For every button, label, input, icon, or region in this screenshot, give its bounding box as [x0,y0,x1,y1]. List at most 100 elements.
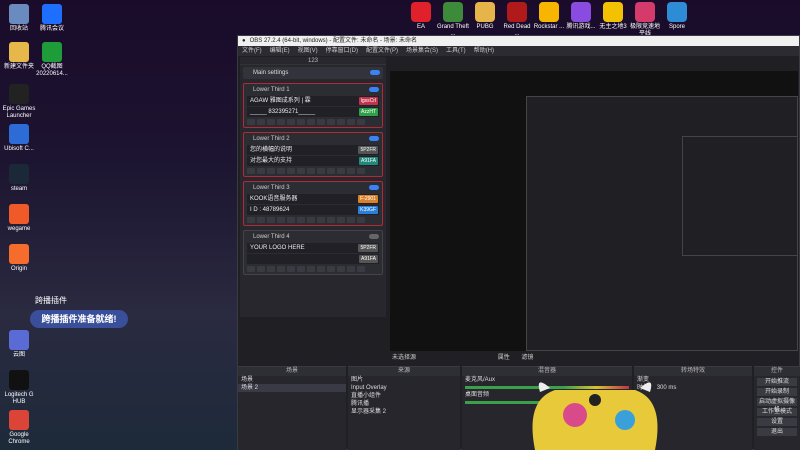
source-item[interactable]: 图片 [348,376,460,384]
desktop-icon[interactable]: wegame [2,204,36,233]
control-button[interactable]: 启动虚拟摄像机 [757,398,797,413]
slot-button[interactable] [287,266,295,272]
slot-button[interactable] [297,217,305,223]
slot-button[interactable] [257,168,265,174]
main-settings-toggle[interactable] [370,70,380,75]
slot-button[interactable] [357,168,365,174]
control-button[interactable]: 工作室模式 [757,408,797,416]
desktop-icon[interactable]: PUBG [469,2,501,31]
lower-third-line1[interactable]: KOOK语音服务器 F-2901 [247,194,379,204]
main-settings-row[interactable]: Main settings [243,67,383,79]
lower-third-line1[interactable]: AGAW 雅图成系列 | 霖 lgssCrl [247,96,379,106]
slot-button[interactable] [287,119,295,125]
slot-button[interactable] [347,217,355,223]
source-item[interactable]: 显示器采集 2 [348,408,460,416]
slot-button[interactable] [337,266,345,272]
hotkey-tag[interactable]: K39GF [358,206,378,214]
source-item[interactable]: 腾讯播 [348,400,460,408]
lower-third-line2[interactable]: I D : 48789624 K39GF [247,205,379,215]
desktop-icon[interactable]: 云图 [2,330,36,359]
menu-item[interactable]: 配置文件(P) [366,46,398,56]
slot-button[interactable] [277,168,285,174]
lower-third-line2[interactable]: A91FA [247,254,379,264]
slot-button[interactable] [337,168,345,174]
menu-item[interactable]: 文件(F) [242,46,262,56]
control-button[interactable]: 开始推流 [757,378,797,386]
desktop-icon[interactable]: 无主之地3 [597,2,629,31]
slot-button[interactable] [317,266,325,272]
control-button[interactable]: 设置 [757,418,797,426]
source-item[interactable]: Input Overlay [348,384,460,392]
slot-button[interactable] [247,168,255,174]
control-button[interactable]: 退出 [757,428,797,436]
hotkey-tag[interactable]: lgssCrl [358,97,378,105]
source-item[interactable]: 直播小组件 [348,392,460,400]
slot-button[interactable] [307,217,315,223]
desktop-icon[interactable]: Logitech G HUB [2,370,36,406]
slot-button[interactable] [327,119,335,125]
slot-button[interactable] [267,168,275,174]
slot-button[interactable] [357,266,365,272]
slot-button[interactable] [347,168,355,174]
hotkey-tag[interactable]: AzzHT [359,108,378,116]
slot-button[interactable] [247,217,255,223]
slot-button[interactable] [277,266,285,272]
filters-button[interactable]: 滤镜 [521,355,533,361]
slot-button[interactable] [337,217,345,223]
slot-button[interactable] [337,119,345,125]
control-button[interactable]: 开始录制 [757,388,797,396]
slot-button[interactable] [297,266,305,272]
slot-button[interactable] [257,266,265,272]
desktop-icon[interactable]: Grand Theft ... [437,2,469,38]
slot-button[interactable] [317,119,325,125]
desktop-icon[interactable]: Epic Games Launcher [2,84,36,120]
lower-third-toggle[interactable] [369,136,379,141]
scene-item[interactable]: 场景 2 [238,384,346,392]
slot-button[interactable] [287,168,295,174]
slot-button[interactable] [357,217,365,223]
slot-button[interactable] [317,217,325,223]
hotkey-tag[interactable]: 5P2FR [358,244,378,252]
slot-button[interactable] [247,266,255,272]
slot-button[interactable] [297,119,305,125]
desktop-icon[interactable]: steam [2,164,36,193]
slot-button[interactable] [277,217,285,223]
desktop-icon[interactable]: 腾讯游戏... [565,2,597,31]
lower-third-line1[interactable]: 您的横幅的说明 5P2FR [247,145,379,155]
lower-third-line2[interactable]: 对您最大的支持 A91FA [247,156,379,166]
lower-third-line2[interactable]: _____ 832395271_____ AzzHT [247,107,379,117]
slot-button[interactable] [307,168,315,174]
hotkey-tag[interactable]: A91FA [358,157,378,165]
slot-button[interactable] [327,266,335,272]
slot-button[interactable] [347,266,355,272]
slot-button[interactable] [247,119,255,125]
menu-item[interactable]: 停靠窗口(D) [326,46,358,56]
slot-button[interactable] [307,119,315,125]
hotkey-tag[interactable]: A91FA [358,255,378,263]
desktop-icon[interactable]: Rockstar ... [533,2,565,31]
scene-item[interactable]: 场景 [238,376,346,384]
desktop-icon[interactable]: 新建文件夹 [2,42,36,71]
lower-third-toggle[interactable] [369,185,379,190]
slot-button[interactable] [257,119,265,125]
menu-item[interactable]: 帮助(H) [474,46,494,56]
desktop-icon[interactable]: EA [405,2,437,31]
slot-button[interactable] [267,217,275,223]
slot-button[interactable] [347,119,355,125]
desktop-icon[interactable]: QQ截图20220614... [35,42,69,78]
slot-button[interactable] [277,119,285,125]
slot-button[interactable] [267,119,275,125]
lower-third-toggle[interactable] [369,234,379,239]
slot-button[interactable] [307,266,315,272]
hotkey-tag[interactable]: 5P2FR [358,146,378,154]
menu-item[interactable]: 工具(T) [446,46,466,56]
slot-button[interactable] [317,168,325,174]
desktop-icon[interactable]: 极限竞速地平线 [629,2,661,38]
slot-button[interactable] [257,217,265,223]
menu-item[interactable]: 视图(V) [298,46,318,56]
slot-button[interactable] [267,266,275,272]
desktop-icon[interactable]: Origin [2,244,36,273]
desktop-icon[interactable]: Spore [661,2,693,31]
menu-item[interactable]: 场景集合(S) [406,46,438,56]
lower-third-line1[interactable]: YOUR LOGO HERE 5P2FR [247,243,379,253]
